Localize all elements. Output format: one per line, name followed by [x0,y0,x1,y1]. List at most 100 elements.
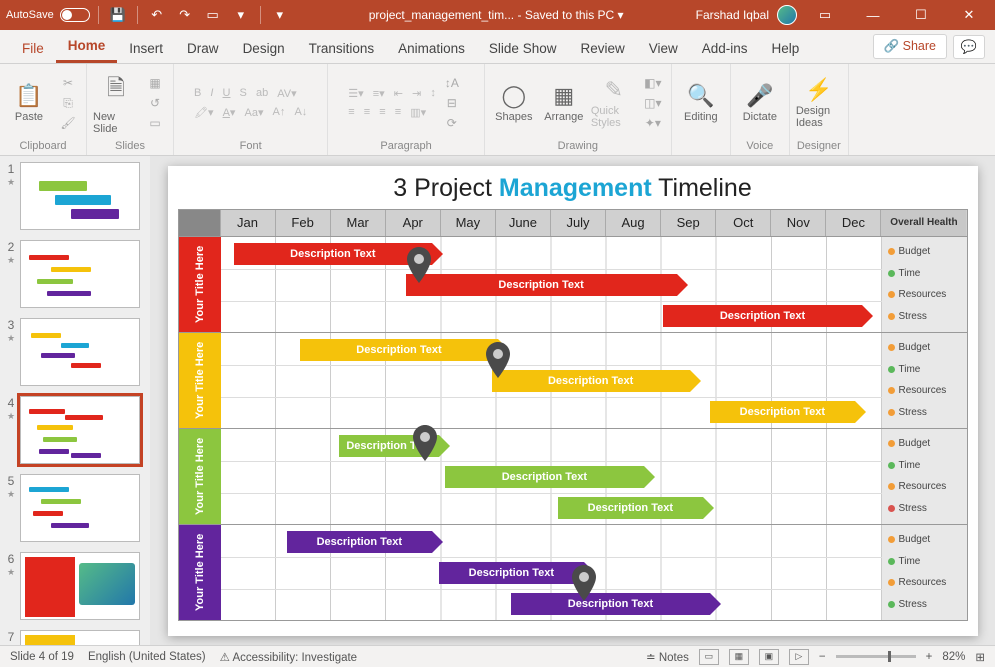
track-2-label[interactable]: Your Title Here [179,333,221,428]
redo-icon[interactable]: ↷ [174,4,196,26]
slide-editor[interactable]: 3 Project Management Timeline Jan Feb Ma… [150,156,995,645]
cut-icon[interactable]: ✂ [56,74,80,92]
zoom-level[interactable]: 82% [942,651,965,663]
copy-icon[interactable]: ⎘ [56,94,80,112]
slideshow-view-icon[interactable]: ▷ [789,649,809,665]
thumbnail-5[interactable] [20,474,140,542]
bar[interactable]: Description Text [558,497,703,519]
italic-button[interactable]: I [210,87,213,100]
normal-view-icon[interactable]: ▭ [699,649,719,665]
comments-button[interactable]: 💬 [953,35,985,59]
font-color-button[interactable]: A▾ [223,106,236,119]
tab-addins[interactable]: Add-ins [690,33,760,63]
track-4-label[interactable]: Your Title Here [179,525,221,620]
thumbnail-7[interactable] [20,630,140,645]
zoom-slider[interactable] [836,655,916,658]
line-spacing-button[interactable]: ↕ [430,87,436,100]
fit-to-window-icon[interactable]: ⊞ [975,650,985,664]
tab-view[interactable]: View [637,33,690,63]
customize-qat-icon[interactable]: ▾ [269,4,291,26]
marker-icon[interactable] [485,342,511,378]
track-1-label[interactable]: Your Title Here [179,237,221,332]
timeline-table[interactable]: Jan Feb Mar Apr May June July Aug Sep Oc… [178,209,968,621]
track-3-label[interactable]: Your Title Here [179,429,221,524]
reset-icon[interactable]: ↺ [143,94,167,112]
shape-effects-icon[interactable]: ✦▾ [641,114,665,132]
align-text-icon[interactable]: ⊟ [440,94,464,112]
tab-help[interactable]: Help [760,33,812,63]
layout-icon[interactable]: ▦ [143,74,167,92]
section-icon[interactable]: ▭ [143,114,167,132]
zoom-in-button[interactable]: + [926,651,933,663]
tab-insert[interactable]: Insert [117,33,175,63]
shape-outline-icon[interactable]: ◫▾ [641,94,665,112]
strikethrough-button[interactable]: S [240,87,247,100]
undo-icon[interactable]: ↶ [146,4,168,26]
format-painter-icon[interactable]: 🖌 [56,114,80,132]
slide-title[interactable]: 3 Project Management Timeline [168,166,978,209]
minimize-button[interactable]: — [853,0,893,30]
thumbnail-4[interactable] [20,396,140,464]
notes-button[interactable]: ≐ Notes [646,650,689,664]
underline-button[interactable]: U [223,87,231,100]
arrange-button[interactable]: ▦Arrange [541,73,587,133]
tab-animations[interactable]: Animations [386,33,477,63]
tab-home[interactable]: Home [56,30,118,63]
shadow-button[interactable]: ab [256,87,268,100]
marker-icon[interactable] [571,565,597,601]
sorter-view-icon[interactable]: ▦ [729,649,749,665]
save-icon[interactable]: 💾 [107,4,129,26]
align-right-button[interactable]: ≡ [379,106,385,119]
slide-thumbnails[interactable]: 1★ 2★ 3★ 4★ 5★ 6★ 7★ [0,156,150,645]
tab-slideshow[interactable]: Slide Show [477,33,569,63]
numbering-button[interactable]: ≡▾ [373,87,385,100]
bar[interactable]: Description Text [439,562,584,584]
bar[interactable]: Description Text [511,593,709,615]
user-avatar[interactable] [777,5,797,25]
shrink-font-button[interactable]: A↓ [294,106,307,119]
tab-transitions[interactable]: Transitions [297,33,387,63]
smartart-icon[interactable]: ⟳ [440,114,464,132]
bar[interactable]: Description Text [406,274,677,296]
quick-styles-button[interactable]: ✎Quick Styles [591,73,637,133]
columns-button[interactable]: ▥▾ [410,106,426,119]
bar[interactable]: Description Text [300,339,498,361]
bar[interactable]: Description Text [710,401,855,423]
accessibility-indicator[interactable]: ⚠ Accessibility: Investigate [220,650,358,664]
language-indicator[interactable]: English (United States) [88,651,206,663]
ribbon-display-icon[interactable]: ▭ [805,0,845,30]
text-effects-button[interactable]: AV▾ [277,87,296,100]
shapes-button[interactable]: ◯Shapes [491,73,537,133]
maximize-button[interactable]: ☐ [901,0,941,30]
bar[interactable]: Description Text [287,531,432,553]
tab-review[interactable]: Review [568,33,636,63]
marker-icon[interactable] [406,247,432,283]
dictate-button[interactable]: 🎤Dictate [737,73,783,133]
bar[interactable]: Description Text [445,466,643,488]
highlight-button[interactable]: 🖍▾ [194,106,214,119]
new-slide-button[interactable]: 🗎New Slide [93,73,139,133]
align-center-button[interactable]: ≡ [364,106,370,119]
design-ideas-button[interactable]: ⚡Design Ideas [796,73,842,133]
increase-indent-button[interactable]: ⇥ [412,87,421,100]
slide-indicator[interactable]: Slide 4 of 19 [10,651,74,663]
slide-canvas[interactable]: 3 Project Management Timeline Jan Feb Ma… [168,166,978,636]
bar[interactable]: Description Text [663,305,861,327]
align-left-button[interactable]: ≡ [348,106,354,119]
share-button[interactable]: 🔗 Share [873,34,947,59]
thumbnail-2[interactable] [20,240,140,308]
close-button[interactable]: ✕ [949,0,989,30]
bold-button[interactable]: B [194,87,201,100]
justify-button[interactable]: ≡ [395,106,401,119]
text-direction-icon[interactable]: ↕A [440,74,464,92]
paste-button[interactable]: 📋Paste [6,73,52,133]
thumbnail-6[interactable] [20,552,140,620]
tab-draw[interactable]: Draw [175,33,231,63]
tab-design[interactable]: Design [231,33,297,63]
decrease-indent-button[interactable]: ⇤ [394,87,403,100]
qat-more-icon[interactable]: ▾ [230,4,252,26]
change-case-button[interactable]: Aa▾ [245,106,264,119]
tab-file[interactable]: File [10,33,56,63]
shape-fill-icon[interactable]: ◧▾ [641,74,665,92]
grow-font-button[interactable]: A↑ [273,106,286,119]
